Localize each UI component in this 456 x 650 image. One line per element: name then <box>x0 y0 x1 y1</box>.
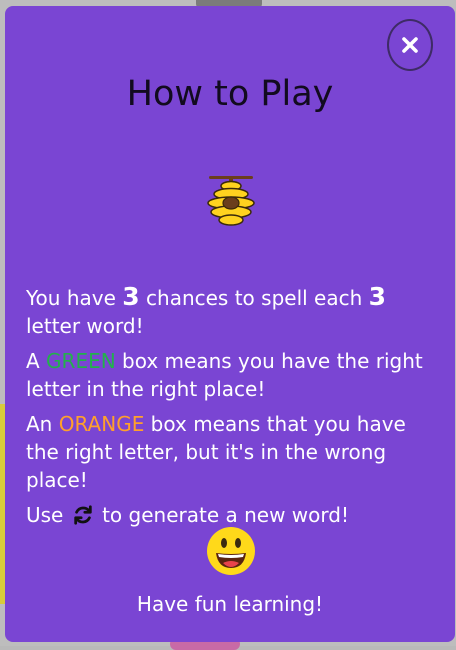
close-button[interactable] <box>387 19 433 71</box>
smiley-icon <box>207 527 255 575</box>
text: A <box>26 349 47 373</box>
text: letter word! <box>26 314 144 338</box>
beehive-icon <box>207 176 255 226</box>
refresh-line: Use to generate a new word! <box>26 501 436 529</box>
green-line: A GREEN box means you have the right let… <box>26 347 436 403</box>
green-keyword: GREEN <box>46 349 116 373</box>
close-icon <box>402 37 418 53</box>
text: Use <box>26 503 70 527</box>
text: chances to spell each <box>139 286 369 310</box>
text: to generate a new word! <box>95 503 349 527</box>
instructions: You have 3 chances to spell each 3 lette… <box>26 283 436 536</box>
chances-number: 3 <box>122 282 140 311</box>
text: An <box>26 412 59 436</box>
chances-line: You have 3 chances to spell each 3 lette… <box>26 283 436 340</box>
word-length-number: 3 <box>368 282 387 311</box>
refresh-icon <box>74 505 92 525</box>
how-to-play-modal: How to Play You have 3 chances to spell … <box>5 6 455 642</box>
orange-keyword: ORANGE <box>58 412 145 436</box>
text: You have <box>26 286 123 310</box>
modal-title: How to Play <box>126 74 334 114</box>
orange-line: An ORANGE box means that you have the ri… <box>26 410 436 494</box>
footer-message: Have fun learning! <box>136 592 324 616</box>
